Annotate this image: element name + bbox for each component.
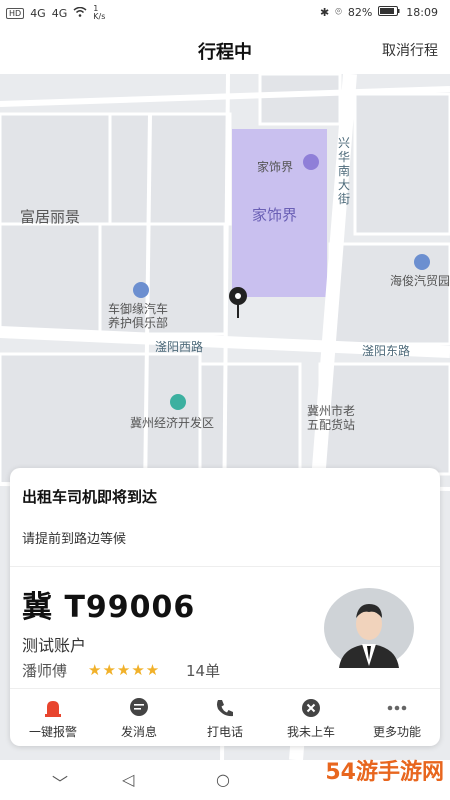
location-icon: ⌾: [335, 5, 342, 18]
order-count: 14单: [186, 662, 221, 680]
map-label-jiashijie-block: 家饰界: [252, 206, 298, 224]
message-icon: [130, 697, 148, 716]
bank-icon: [170, 394, 186, 410]
car-service-icon-2: [133, 282, 149, 298]
message-label: 发消息: [120, 724, 157, 739]
divider: [10, 566, 440, 567]
map-label-haijun: 海俊汽贸园: [390, 274, 450, 288]
action-bar: 一键报警 发消息 打电话 我未上车 更多功能: [10, 688, 440, 746]
arrival-heading: 出租车司机即将到达: [22, 488, 158, 506]
map-label-xinghua: 兴华南大街: [338, 136, 351, 206]
alarm-icon: [45, 700, 61, 717]
driver-avatar[interactable]: [324, 588, 414, 668]
more-icon: [387, 705, 407, 710]
wifi-icon: [73, 6, 87, 20]
map-label-jizhou-dev: 冀州经济开发区: [130, 416, 215, 430]
battery-icon: [378, 5, 400, 19]
trip-card: 出租车司机即将到达 请提前到路边等候 冀 T99006 测试账户 潘师傅 ★★★…: [10, 468, 440, 746]
rating-stars: ★★★★★: [88, 661, 161, 679]
battery-percent: 82%: [347, 5, 373, 19]
not-boarded-button[interactable]: 我未上车: [268, 689, 354, 746]
more-button[interactable]: 更多功能: [354, 689, 440, 746]
call-label: 打电话: [206, 724, 243, 739]
shop-icon: [303, 154, 319, 170]
clock: 18:09: [406, 5, 438, 19]
bluetooth-icon: ✱: [320, 5, 330, 19]
hd-badge: HD: [6, 7, 25, 19]
call-button[interactable]: 打电话: [182, 689, 268, 746]
driver-name: 潘师傅: [22, 662, 68, 680]
car-service-icon: [414, 254, 430, 270]
home-button[interactable]: ○: [216, 770, 230, 789]
account-name: 测试账户: [22, 636, 87, 655]
title-bar: 行程中 取消行程: [0, 26, 450, 74]
network-speed: 1 K/s: [93, 4, 106, 21]
back-button[interactable]: ◁: [122, 770, 134, 789]
map-label-fuju: 富居丽景: [20, 208, 81, 226]
not-boarded-label: 我未上车: [286, 724, 335, 739]
signal-4g: 4G: [30, 6, 46, 20]
close-circle-icon: [302, 698, 320, 717]
map-label-fuyang-west: 滏阳西路: [155, 340, 204, 354]
signal-4g-2: 4G: [51, 6, 68, 20]
sos-button[interactable]: 一键报警: [10, 689, 96, 746]
map-label-cheyu-2: 养护俱乐部: [108, 316, 169, 330]
license-plate: 冀 T99006: [22, 590, 196, 625]
map-label-jizhou-shop-2: 五配货站: [307, 418, 356, 432]
phone-icon: [217, 699, 233, 716]
sos-label: 一键报警: [28, 724, 77, 739]
recents-button[interactable]: ﹀: [52, 770, 68, 794]
arrival-subheading: 请提前到路边等候: [22, 532, 127, 547]
watermark-logo: 54游手游网: [325, 760, 444, 785]
map-label-fuyang-east: 滏阳东路: [362, 344, 411, 358]
message-button[interactable]: 发消息: [96, 689, 182, 746]
status-bar: HD 4G 4G 1 K/s ✱ ⌾ 82% 18:09: [0, 0, 450, 26]
cancel-trip-button[interactable]: 取消行程: [382, 40, 438, 60]
map-label-jiashijie-top: 家饰界: [257, 160, 294, 174]
more-label: 更多功能: [372, 724, 421, 739]
location-pin-icon: [228, 286, 248, 324]
